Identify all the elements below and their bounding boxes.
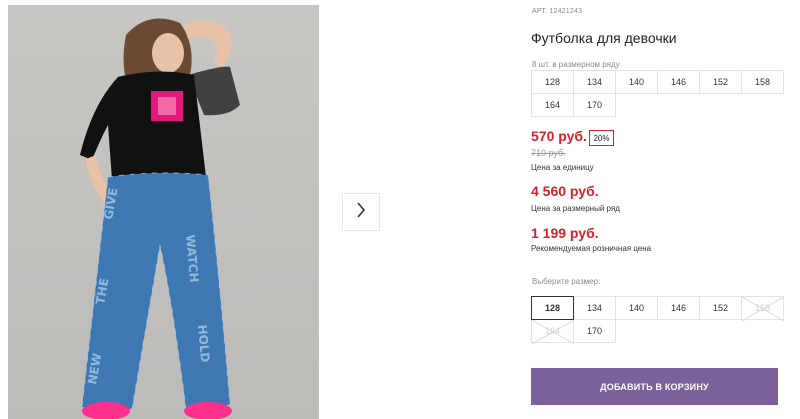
size-row-cell: 146 — [657, 70, 700, 94]
size-option[interactable]: 128 — [531, 296, 574, 320]
retail-price-label: Рекомендуемая розничная цена — [531, 244, 652, 253]
product-title: Футболка для девочки — [531, 30, 677, 46]
unit-price-label: Цена за единицу — [531, 163, 594, 172]
choose-size-label: Выберите размер: — [532, 277, 601, 286]
size-option-unavailable: 164 — [531, 319, 574, 344]
size-option-unavailable: 158 — [741, 296, 784, 321]
size-option[interactable]: 170 — [573, 319, 616, 343]
size-option[interactable]: 140 — [615, 296, 658, 320]
size-picker: 128 134 140 146 152 158 164 170 — [531, 296, 784, 344]
add-to-cart-button[interactable]: ДОБАВИТЬ В КОРЗИНУ — [531, 368, 778, 405]
row-price: 4 560 руб. — [531, 183, 599, 199]
next-image-button[interactable] — [342, 193, 380, 231]
size-row-cell: 164 — [531, 93, 574, 117]
discount-badge: 20% — [589, 130, 614, 146]
size-row-cell: 140 — [615, 70, 658, 94]
retail-price: 1 199 руб. — [531, 225, 599, 241]
size-row-cell: 134 — [573, 70, 616, 94]
size-option[interactable]: 152 — [699, 296, 742, 320]
product-photo: GIVE WATCH THE HOLD NEW — [8, 5, 319, 419]
size-option[interactable]: 146 — [657, 296, 700, 320]
chevron-right-icon — [356, 201, 366, 223]
size-option[interactable]: 134 — [573, 296, 616, 320]
size-option-label: 158 — [754, 303, 771, 313]
size-row-grid: 128 134 140 146 152 158 164 170 — [531, 70, 784, 117]
old-price: 710 руб. — [531, 148, 566, 158]
size-row-cell: 152 — [699, 70, 742, 94]
size-option-label: 164 — [544, 326, 561, 336]
unit-price: 570 руб. — [531, 128, 587, 144]
pieces-in-row-label: 8 шт. в размерном ряду — [532, 60, 620, 69]
size-row-cell: 158 — [741, 70, 784, 94]
row-price-label: Цена за размерный ряд — [531, 204, 620, 213]
product-page: GIVE WATCH THE HOLD NEW АРТ. 12421243 Фу… — [0, 0, 800, 419]
article-number: АРТ. 12421243 — [532, 8, 583, 15]
size-row-cell: 170 — [573, 93, 616, 117]
size-row-cell: 128 — [531, 70, 574, 94]
